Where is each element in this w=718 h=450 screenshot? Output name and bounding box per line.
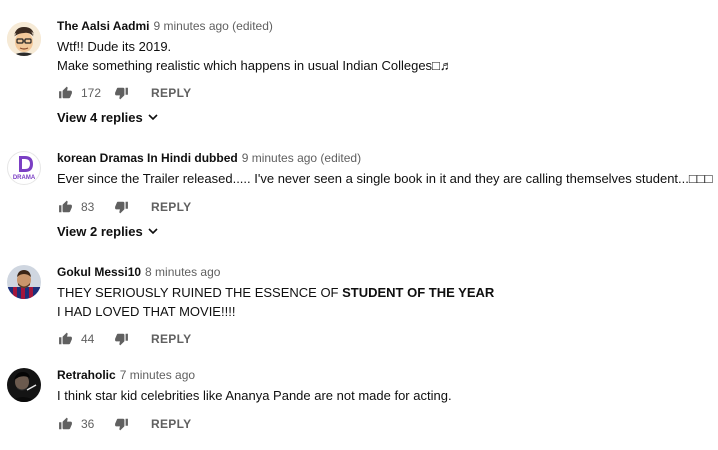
comment-line: Make something realistic which happens i… xyxy=(57,58,453,73)
dislike-button[interactable] xyxy=(113,331,129,347)
like-count: 44 xyxy=(81,332,95,346)
comment-text: I think star kid celebrities like Ananya… xyxy=(57,386,708,405)
like-count: 83 xyxy=(81,200,95,214)
avatar-label: DRAMA xyxy=(13,175,36,181)
comment-time[interactable]: 8 minutes ago xyxy=(145,265,220,279)
thumbs-up-icon xyxy=(58,86,72,99)
reply-button[interactable]: REPLY xyxy=(151,86,191,100)
comment-line-plain: THEY SERIOUSLY RUINED THE ESSENCE OF xyxy=(57,285,343,300)
avatar[interactable] xyxy=(7,265,41,299)
comment-author[interactable]: The Aalsi Aadmi xyxy=(57,19,149,33)
dark-portrait-icon xyxy=(7,368,41,402)
comment-actions: 44 REPLY xyxy=(57,330,191,348)
like-button[interactable] xyxy=(57,331,73,347)
like-count: 36 xyxy=(81,417,95,431)
avatar[interactable]: DRAMA xyxy=(7,151,41,185)
comment-time[interactable]: 9 minutes ago (edited) xyxy=(242,151,361,165)
comment-line: I think star kid celebrities like Ananya… xyxy=(57,388,452,403)
reply-button[interactable]: REPLY xyxy=(151,417,191,431)
comment-line: Ever since the Trailer released..... I'v… xyxy=(57,171,713,186)
comment-body: korean Dramas In Hindi dubbed 9 minutes a… xyxy=(57,150,713,188)
comment-time[interactable]: 7 minutes ago xyxy=(120,368,195,382)
dislike-button[interactable] xyxy=(113,85,129,101)
comment-line: Wtf!! Dude its 2019. xyxy=(57,39,172,54)
comment-author[interactable]: Gokul Messi10 xyxy=(57,265,141,279)
comment-line: I HAD LOVED THAT MOVIE!!!! xyxy=(57,304,236,319)
like-button[interactable] xyxy=(57,199,73,215)
dislike-button[interactable] xyxy=(113,199,129,215)
like-button[interactable] xyxy=(57,416,73,432)
comment-author[interactable]: korean Dramas In Hindi dubbed xyxy=(57,151,238,165)
avatar[interactable] xyxy=(7,22,41,56)
view-replies-label: View 4 replies xyxy=(57,110,143,125)
comment-body: Gokul Messi10 8 minutes ago THEY SERIOUSL… xyxy=(57,264,708,321)
avatar[interactable] xyxy=(7,368,41,402)
chevron-down-icon xyxy=(148,228,158,235)
comment-body: Retraholic 7 minutes ago I think star kid… xyxy=(57,367,708,405)
comment-actions: 36 REPLY xyxy=(57,415,191,433)
comment-actions: 83 REPLY xyxy=(57,198,191,216)
comment-line: THEY SERIOUSLY RUINED THE ESSENCE OF STU… xyxy=(57,283,708,302)
comment-line-bold: STUDENT OF THE YEAR xyxy=(342,285,495,300)
thumbs-down-icon xyxy=(114,201,128,214)
thumbs-down-icon xyxy=(114,418,128,431)
comment-actions: 172 REPLY xyxy=(57,84,191,102)
comment-header: The Aalsi Aadmi 9 minutes ago (edited) xyxy=(57,18,708,34)
comment-header: Gokul Messi10 8 minutes ago xyxy=(57,264,708,280)
chevron-down-icon xyxy=(148,114,158,121)
comment-time[interactable]: 9 minutes ago (edited) xyxy=(153,19,272,33)
reply-button[interactable]: REPLY xyxy=(151,332,191,346)
comment-body: The Aalsi Aadmi 9 minutes ago (edited) Wt… xyxy=(57,18,708,75)
view-replies-label: View 2 replies xyxy=(57,224,143,239)
thumbs-down-icon xyxy=(114,333,128,346)
comment-text: THEY SERIOUSLY RUINED THE ESSENCE OF STU… xyxy=(57,283,708,321)
view-replies-button[interactable]: View 4 replies xyxy=(57,110,158,125)
like-count: 172 xyxy=(81,86,102,100)
comment-text: Wtf!! Dude its 2019. Make something real… xyxy=(57,37,708,75)
reply-button[interactable]: REPLY xyxy=(151,200,191,214)
thumbs-down-icon xyxy=(114,87,128,100)
thumbs-up-icon xyxy=(58,200,72,213)
thumbs-up-icon xyxy=(58,332,72,345)
drama-logo-icon: DRAMA xyxy=(13,156,36,181)
thumbs-up-icon xyxy=(58,417,72,430)
view-replies-button[interactable]: View 2 replies xyxy=(57,224,158,239)
comment-text: Ever since the Trailer released..... I'v… xyxy=(57,169,713,188)
dislike-button[interactable] xyxy=(113,416,129,432)
comment-header: Retraholic 7 minutes ago xyxy=(57,367,708,383)
comment-header: korean Dramas In Hindi dubbed 9 minutes a… xyxy=(57,150,708,166)
comment-author[interactable]: Retraholic xyxy=(57,368,116,382)
player-photo-icon xyxy=(7,265,41,299)
like-button[interactable] xyxy=(57,85,73,101)
cartoon-face-icon xyxy=(7,22,41,56)
